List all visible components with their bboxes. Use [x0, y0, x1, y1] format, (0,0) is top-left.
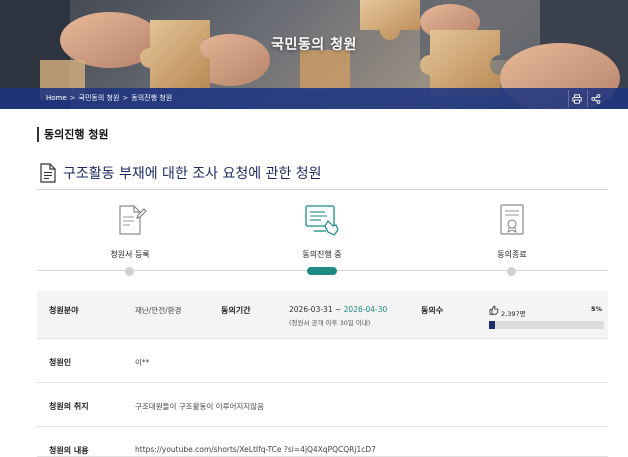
period-label: 동의기간: [221, 306, 251, 315]
breadcrumb-home[interactable]: Home: [46, 94, 67, 102]
breadcrumb-bar: Home > 국민동의 청원 > 동의진행 청원: [0, 88, 628, 109]
step-completed: 동의종료: [452, 203, 572, 276]
step-dot: [125, 267, 134, 276]
content-label: 청원의 내용: [49, 446, 89, 455]
thumbs-up-icon: [489, 305, 499, 315]
info-row-content: 청원의 내용 https://youtube.com/shorts/XeLtIf…: [37, 427, 608, 457]
agree-bar-fill: [489, 321, 495, 329]
breadcrumb-item-petitions[interactable]: 국민동의 청원: [79, 94, 120, 102]
agree-bar: [489, 321, 604, 329]
purpose-label: 청원의 취지: [49, 402, 89, 411]
period-tilde: ~: [332, 305, 344, 314]
step-registration: 청원서 등록: [70, 203, 190, 276]
agree-label: 동의수: [421, 306, 444, 315]
agree-progress: 2,397명 5%: [489, 305, 604, 331]
progress-steps: 청원서 등록 동의진행 중 동의종료: [37, 203, 608, 278]
period-range: 2026-03-31 ~ 2026-04-30: [289, 305, 387, 314]
period-end: 2026-04-30: [343, 305, 388, 314]
share-button[interactable]: [587, 90, 604, 107]
info-row-purpose: 청원의 취지 구조대원들이 구조활동이 이루어지지않음: [37, 383, 608, 427]
content-value[interactable]: https://youtube.com/shorts/XeLtIfq-TCe ?…: [135, 445, 376, 454]
breadcrumb: Home > 국민동의 청원 > 동의진행 청원: [46, 88, 172, 109]
breadcrumb-separator: >: [122, 94, 129, 102]
certificate-icon: [500, 204, 524, 235]
petition-title: 구조활동 부재에 대한 조사 요청에 관한 청원: [63, 166, 322, 182]
petition-info-table: 청원분야 재난/안전/환경 동의기간 2026-03-31 ~ 2026-04-…: [37, 291, 608, 457]
agree-count: 2,397명: [501, 310, 526, 318]
document-pen-icon: [119, 205, 147, 235]
section-title: 동의진행 청원: [37, 127, 109, 142]
step-label: 동의진행 중: [302, 250, 342, 259]
printer-icon: [572, 93, 582, 104]
category-label: 청원분야: [49, 306, 79, 315]
step-label: 동의종료: [497, 250, 527, 259]
breadcrumb-separator: >: [69, 94, 76, 102]
step-dot: [507, 267, 516, 276]
page-actions: [568, 90, 604, 107]
petitioner-value: 이**: [135, 358, 150, 367]
info-row-summary: 청원분야 재난/안전/환경 동의기간 2026-03-31 ~ 2026-04-…: [37, 291, 608, 339]
page-title: 국민동의 청원: [271, 37, 357, 53]
step-label: 청원서 등록: [110, 250, 150, 259]
petition-header: 구조활동 부재에 대한 조사 요청에 관한 청원: [37, 160, 608, 190]
monitor-hand-icon: [305, 205, 339, 236]
document-icon: [40, 163, 56, 183]
print-button[interactable]: [568, 90, 585, 107]
period-note: (청원서 공개 이후 30일 이내): [289, 319, 371, 327]
agree-percent: 5%: [590, 305, 602, 313]
petitioner-label: 청원인: [49, 358, 72, 367]
category-value: 재난/안전/환경: [135, 306, 182, 315]
step-in-progress: 동의진행 중: [262, 203, 382, 275]
share-icon: [591, 93, 601, 104]
hero-banner: 국민동의 청원 Home > 국민동의 청원 > 동의진행 청원: [0, 0, 628, 109]
info-row-petitioner: 청원인 이**: [37, 339, 608, 383]
purpose-value: 구조대원들이 구조활동이 이루어지지않음: [135, 402, 264, 411]
period-start: 2026-03-31: [289, 305, 333, 314]
step-dot-active: [307, 267, 337, 275]
breadcrumb-item-current[interactable]: 동의진행 청원: [131, 94, 172, 102]
